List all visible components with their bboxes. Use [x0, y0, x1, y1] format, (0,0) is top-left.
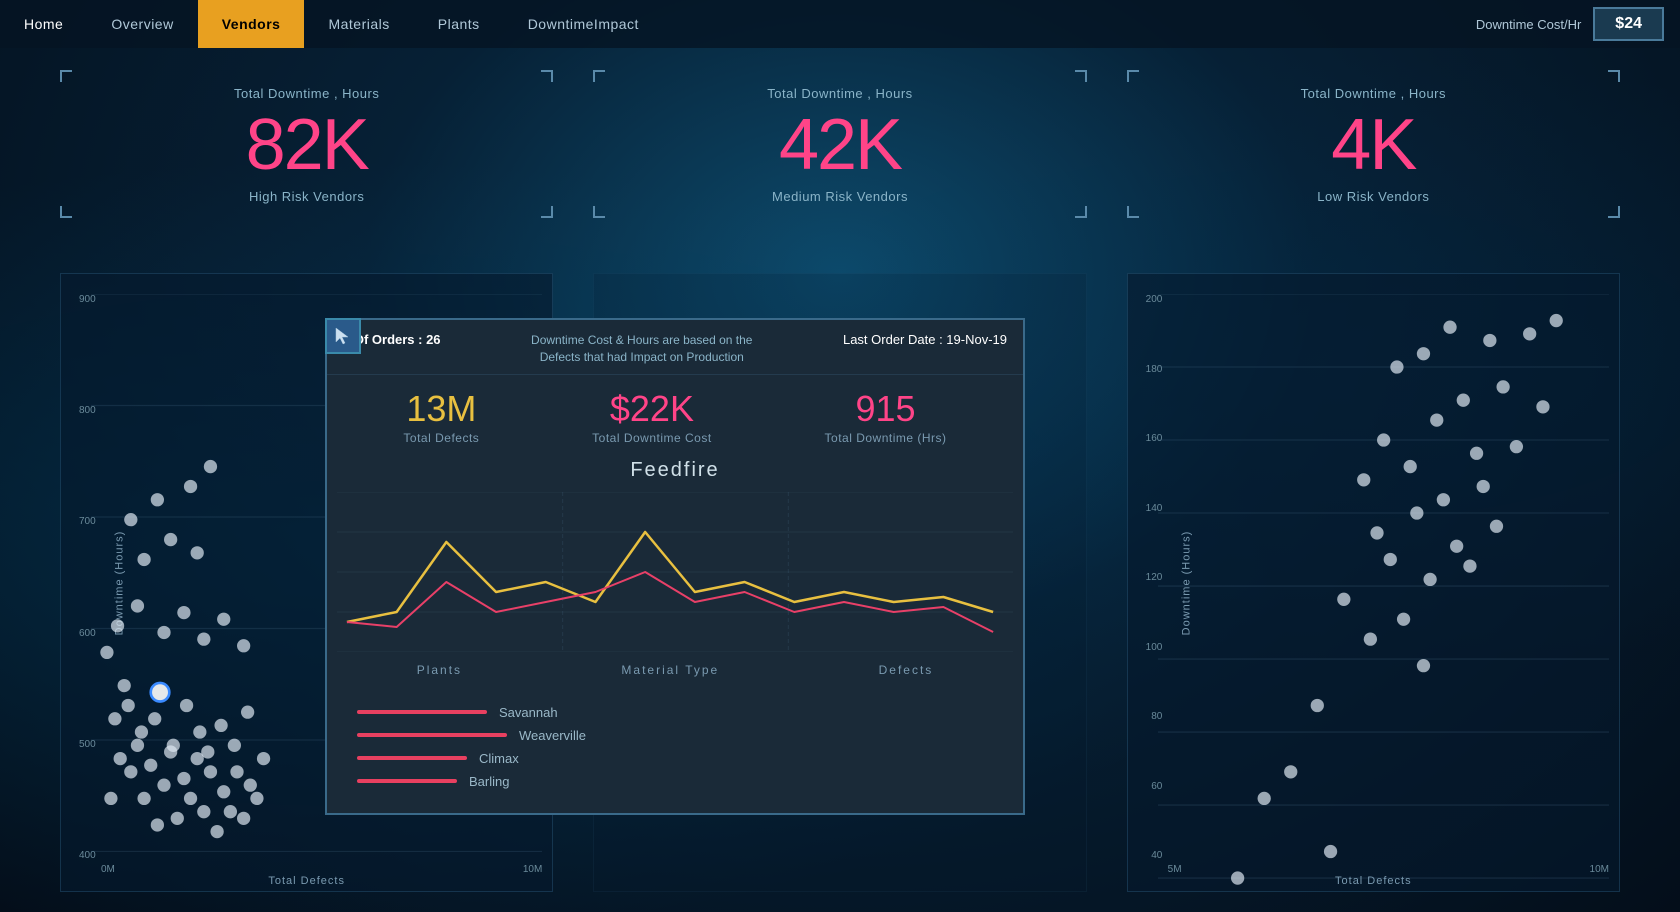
nav-right-section: Downtime Cost/Hr $24 — [1476, 7, 1680, 41]
corner-tr-3 — [1608, 70, 1620, 82]
nav-home[interactable]: Home — [0, 0, 87, 48]
legend-label-barling: Barling — [469, 774, 569, 789]
scatter-right-svg — [1158, 294, 1609, 892]
scatter-left-x-label: Total Defects — [268, 875, 345, 887]
legend-label-weaverville: Weaverville — [519, 728, 619, 743]
popup-chart-label-plants: Plants — [417, 663, 462, 677]
tick-x-10m-r: 10M — [1590, 864, 1609, 875]
popup-metric-value-hours: 915 — [825, 391, 947, 427]
popup-metrics: 13M Total Defects $22K Total Downtime Co… — [327, 375, 1023, 453]
popup-metric-label-hours: Total Downtime (Hrs) — [825, 431, 947, 445]
scatter-chart-right[interactable]: Downtime (Hours) 200 180 160 140 120 100… — [1127, 273, 1620, 892]
corner-br-3 — [1608, 206, 1620, 218]
legend-item-barling: Barling — [357, 774, 993, 789]
tick-x-0m: 0M — [101, 864, 115, 875]
scatter-right-x-label: Total Defects — [1335, 875, 1412, 887]
popup-orders-value: 26 — [426, 332, 440, 347]
kpi-value-1: 82K — [80, 109, 533, 181]
popup-metric-value-defects: 13M — [403, 391, 479, 427]
popup-date-value: 19-Nov-19 — [946, 332, 1007, 347]
popup-metric-defects: 13M Total Defects — [403, 391, 479, 445]
kpi-inner-2: Total Downtime , Hours 42K Medium Risk V… — [593, 70, 1086, 218]
popup-legend: Savannah Weaverville Climax Barling — [327, 697, 1023, 813]
downtime-cost-value: $24 — [1593, 7, 1664, 41]
popup-metric-hours: 915 Total Downtime (Hrs) — [825, 391, 947, 445]
corner-tr-2 — [1075, 70, 1087, 82]
tick-x-10m: 10M — [523, 864, 542, 875]
legend-bar-savannah — [357, 710, 487, 714]
popup-metric-label-defects: Total Defects — [403, 431, 479, 445]
corner-bl-2 — [593, 206, 605, 218]
kpi-title-2: Total Downtime , Hours — [613, 86, 1066, 101]
kpi-value-3: 4K — [1147, 109, 1600, 181]
tick-x-5m: 5M — [1168, 864, 1182, 875]
popup-header: # Of Orders : 26 Downtime Cost & Hours a… — [327, 320, 1023, 375]
nav-overview[interactable]: Overview — [87, 0, 197, 48]
corner-tl — [60, 70, 72, 82]
kpi-inner-3: Total Downtime , Hours 4K Low Risk Vendo… — [1127, 70, 1620, 218]
legend-label-climax: Climax — [479, 751, 579, 766]
legend-item-weaverville: Weaverville — [357, 728, 993, 743]
vendor-detail-popup: # Of Orders : 26 Downtime Cost & Hours a… — [325, 318, 1025, 815]
legend-item-savannah: Savannah — [357, 705, 993, 720]
legend-item-climax: Climax — [357, 751, 993, 766]
popup-chart-label-defects: Defects — [879, 663, 934, 677]
popup-line-chart-svg — [337, 492, 1013, 652]
popup-chart-label-material: Material Type — [621, 663, 719, 677]
kpi-value-2: 42K — [613, 109, 1066, 181]
kpi-subtitle-3: Low Risk Vendors — [1147, 189, 1600, 204]
legend-bar-weaverville — [357, 733, 507, 737]
kpi-title-1: Total Downtime , Hours — [80, 86, 533, 101]
kpi-subtitle-2: Medium Risk Vendors — [613, 189, 1066, 204]
nav-downtime-impact[interactable]: DowntimeImpact — [504, 0, 663, 48]
corner-bl — [60, 206, 72, 218]
kpi-card-medium-risk: Total Downtime , Hours 42K Medium Risk V… — [593, 70, 1086, 218]
popup-metric-cost: $22K Total Downtime Cost — [592, 391, 712, 445]
kpi-inner-1: Total Downtime , Hours 82K High Risk Ven… — [60, 70, 553, 218]
legend-bar-climax — [357, 756, 467, 760]
nav-materials[interactable]: Materials — [304, 0, 413, 48]
popup-metric-value-cost: $22K — [592, 391, 712, 427]
corner-tl-2 — [593, 70, 605, 82]
popup-date: Last Order Date : 19-Nov-19 — [843, 332, 1007, 347]
kpi-subtitle-1: High Risk Vendors — [80, 189, 533, 204]
nav-vendors[interactable]: Vendors — [198, 0, 305, 48]
legend-label-savannah: Savannah — [499, 705, 599, 720]
scatter-right-x-ticks: 5M 10M — [1168, 864, 1609, 875]
corner-br-2 — [1075, 206, 1087, 218]
popup-chart: Plants Material Type Defects — [327, 492, 1023, 697]
kpi-card-low-risk: Total Downtime , Hours 4K Low Risk Vendo… — [1127, 70, 1620, 218]
popup-cursor-icon — [325, 318, 361, 354]
popup-chart-labels: Plants Material Type Defects — [337, 657, 1013, 687]
nav-plants[interactable]: Plants — [414, 0, 504, 48]
corner-br — [541, 206, 553, 218]
downtime-cost-label: Downtime Cost/Hr — [1476, 17, 1581, 32]
popup-date-label: Last Order Date : — [843, 332, 946, 347]
main-content: Total Downtime , Hours 82K High Risk Ven… — [0, 48, 1680, 912]
popup-vendor-name: Feedfire — [327, 453, 1023, 492]
legend-bar-barling — [357, 779, 457, 783]
popup-note: Downtime Cost & Hours are based on theDe… — [461, 332, 823, 366]
kpi-card-high-risk: Total Downtime , Hours 82K High Risk Ven… — [60, 70, 553, 218]
corner-tr — [541, 70, 553, 82]
tick-y-400: 400 — [79, 850, 96, 861]
navigation: Home Overview Vendors Materials Plants D… — [0, 0, 1680, 48]
kpi-title-3: Total Downtime , Hours — [1147, 86, 1600, 101]
scatter-left-x-ticks: 0M 10M — [101, 864, 542, 875]
popup-metric-label-cost: Total Downtime Cost — [592, 431, 712, 445]
corner-bl-3 — [1127, 206, 1139, 218]
kpi-row: Total Downtime , Hours 82K High Risk Ven… — [60, 70, 1620, 218]
corner-tl-3 — [1127, 70, 1139, 82]
cursor-icon — [334, 326, 352, 346]
